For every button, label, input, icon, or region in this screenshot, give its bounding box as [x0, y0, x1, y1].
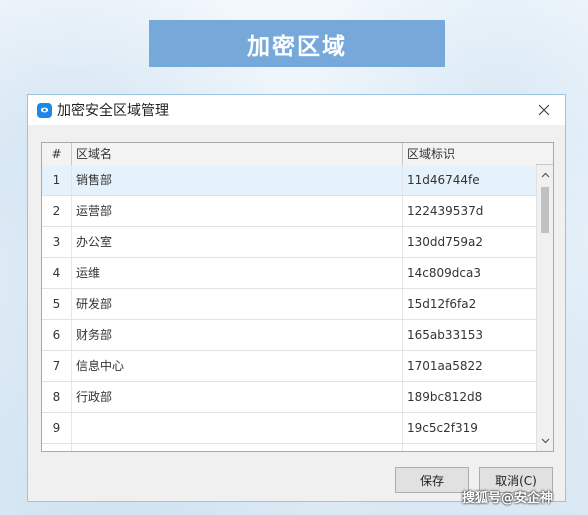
cell-number: 8 — [42, 382, 72, 412]
cell-zone-name: 研发部 — [72, 289, 403, 319]
cell-number: 5 — [42, 289, 72, 319]
cell-zone-name: 运营部 — [72, 196, 403, 226]
cell-number: 4 — [42, 258, 72, 288]
cell-zone-name: 财务部 — [72, 320, 403, 350]
cell-zone-name: 信息中心 — [72, 351, 403, 381]
save-button[interactable]: 保存 — [395, 467, 469, 493]
scrollbar-thumb[interactable] — [541, 187, 549, 233]
column-header-zone-id[interactable]: 区域标识 — [403, 143, 538, 165]
cell-number: 6 — [42, 320, 72, 350]
cell-zone-name: 办公室 — [72, 227, 403, 257]
table-row[interactable]: 7 信息中心 1701aa5822 — [42, 351, 538, 382]
table-row[interactable]: 6 财务部 165ab33153 — [42, 320, 538, 351]
table-body: 1 销售部 11d46744fe 2 运营部 122439537d 3 办公室 130dd759… — [42, 165, 538, 451]
banner-title: 加密区域 — [247, 33, 347, 60]
chevron-up-icon — [541, 172, 549, 178]
cell-zone-id: 15d12f6fa2 — [403, 289, 538, 319]
table-row[interactable]: 1 销售部 11d46744fe — [42, 165, 538, 196]
cell-zone-name — [72, 413, 403, 443]
cell-zone-name — [72, 444, 403, 451]
zone-table: # 区域名 区域标识 1 销售部 11d46744fe 2 运营部 122439537d 3… — [41, 142, 554, 452]
table-row[interactable]: 10 1a6b6d449 — [42, 444, 538, 451]
column-header-zone-name[interactable]: 区域名 — [72, 143, 403, 165]
vertical-scrollbar[interactable] — [536, 165, 553, 451]
cell-zone-id: 14c809dca3 — [403, 258, 538, 288]
page-banner: 加密区域 — [149, 20, 445, 67]
dialog-window: 加密安全区域管理 # 区域名 区域标识 1 销售部 11d46744fe 2 运营部 12… — [27, 94, 566, 502]
watermark: 搜狐号@安企神 — [462, 491, 554, 506]
scroll-down-button[interactable] — [537, 433, 553, 449]
cell-number: 9 — [42, 413, 72, 443]
app-logo-icon — [37, 102, 52, 118]
cell-zone-id: 1701aa5822 — [403, 351, 538, 381]
dialog-title: 加密安全区域管理 — [57, 103, 169, 119]
cell-zone-id: 11d46744fe — [403, 165, 538, 195]
close-button[interactable] — [535, 101, 553, 119]
table-row[interactable]: 9 19c5c2f319 — [42, 413, 538, 444]
cell-zone-id: 1a6b6d449 — [403, 444, 538, 451]
cell-zone-id: 165ab33153 — [403, 320, 538, 350]
table-row[interactable]: 3 办公室 130dd759a2 — [42, 227, 538, 258]
cell-zone-id: 130dd759a2 — [403, 227, 538, 257]
cell-number: 1 — [42, 165, 72, 195]
cell-zone-id: 189bc812d8 — [403, 382, 538, 412]
column-header-number[interactable]: # — [42, 143, 72, 165]
table-row[interactable]: 5 研发部 15d12f6fa2 — [42, 289, 538, 320]
cell-zone-name: 运维 — [72, 258, 403, 288]
cell-number: 10 — [42, 444, 72, 451]
cell-zone-name: 行政部 — [72, 382, 403, 412]
table-row[interactable]: 4 运维 14c809dca3 — [42, 258, 538, 289]
dialog-titlebar: 加密安全区域管理 — [28, 95, 565, 125]
cell-number: 3 — [42, 227, 72, 257]
close-icon — [538, 104, 550, 116]
cell-zone-name: 销售部 — [72, 165, 403, 195]
scroll-up-button[interactable] — [537, 167, 553, 183]
cell-zone-id: 122439537d — [403, 196, 538, 226]
cell-zone-id: 19c5c2f319 — [403, 413, 538, 443]
table-row[interactable]: 8 行政部 189bc812d8 — [42, 382, 538, 413]
cell-number: 2 — [42, 196, 72, 226]
table-header: # 区域名 区域标识 — [42, 143, 538, 166]
table-row[interactable]: 2 运营部 122439537d — [42, 196, 538, 227]
chevron-down-icon — [541, 438, 549, 444]
header-corner — [536, 143, 553, 165]
cell-number: 7 — [42, 351, 72, 381]
